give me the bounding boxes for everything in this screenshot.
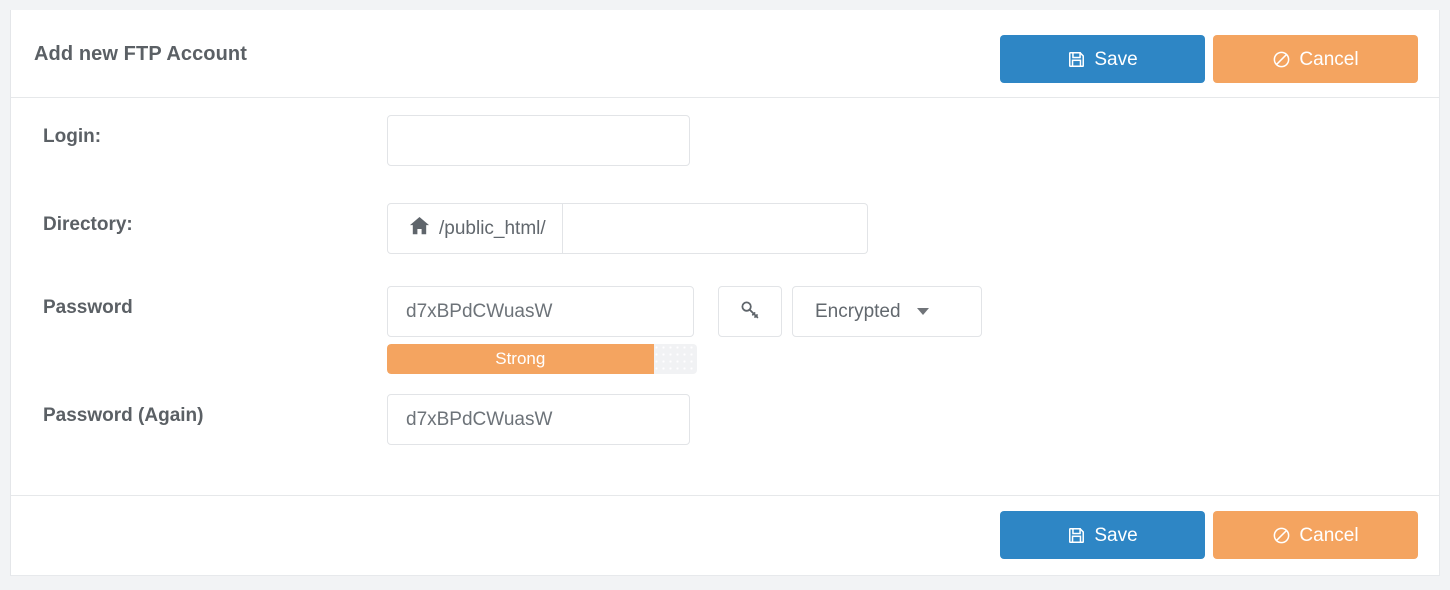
- password-label: Password: [43, 297, 133, 318]
- password-again-controls: [387, 394, 690, 445]
- form-row-login: Login:: [11, 115, 1439, 166]
- home-icon: [408, 215, 431, 243]
- ban-circle-slash-icon: [1272, 526, 1291, 545]
- directory-label: Directory:: [43, 214, 133, 235]
- directory-prefix-addon: /public_html/: [387, 203, 563, 254]
- floppy-disk-save-icon: [1067, 50, 1086, 69]
- password-controls: Encrypted Strong: [387, 286, 982, 374]
- password-again-input[interactable]: [387, 394, 690, 445]
- caret-down-icon: [916, 308, 929, 315]
- panel-footer: Save Cancel: [11, 495, 1439, 574]
- directory-controls: /public_html/: [387, 203, 868, 254]
- page-title: Add new FTP Account: [34, 43, 248, 65]
- cancel-button-bottom[interactable]: Cancel: [1213, 511, 1418, 559]
- login-label: Login:: [43, 126, 102, 147]
- directory-prefix-text: /public_html/: [439, 217, 546, 239]
- login-input[interactable]: [387, 115, 690, 166]
- form-row-directory: Directory: /public_html/: [11, 203, 1439, 254]
- footer-action-bar: Save Cancel: [1000, 511, 1418, 559]
- cancel-button-bottom-label: Cancel: [1299, 524, 1359, 546]
- password-strength-fill: Strong: [387, 344, 654, 374]
- generate-password-button[interactable]: [718, 286, 782, 337]
- ban-circle-slash-icon: [1272, 50, 1291, 69]
- password-strength-meter: Strong: [387, 344, 697, 374]
- cancel-button-top[interactable]: Cancel: [1213, 35, 1418, 83]
- save-button-top[interactable]: Save: [1000, 35, 1205, 83]
- login-controls: [387, 115, 690, 166]
- password-again-label: Password (Again): [43, 405, 204, 426]
- key-icon: [738, 298, 762, 325]
- save-button-bottom-label: Save: [1094, 524, 1138, 546]
- password-mode-label: Encrypted: [815, 300, 901, 322]
- panel-header: Add new FTP Account Save Cancel: [11, 10, 1439, 98]
- password-mode-dropdown[interactable]: Encrypted: [792, 286, 982, 337]
- header-action-bar: Save Cancel: [1000, 35, 1418, 83]
- save-button-top-label: Save: [1094, 48, 1138, 70]
- cancel-button-top-label: Cancel: [1299, 48, 1359, 70]
- password-strength-label: Strong: [495, 349, 546, 368]
- form-row-password: Password Encrypted: [11, 286, 1439, 374]
- form-row-password-again: Password (Again): [11, 394, 1439, 445]
- ftp-account-panel: Add new FTP Account Save Cancel Login: D…: [10, 10, 1440, 576]
- directory-input-group: /public_html/: [387, 203, 868, 254]
- password-input[interactable]: [387, 286, 694, 337]
- directory-input[interactable]: [562, 203, 868, 254]
- floppy-disk-save-icon: [1067, 526, 1086, 545]
- panel-body: Login: Directory: /public_html/ Password…: [11, 98, 1439, 495]
- save-button-bottom[interactable]: Save: [1000, 511, 1205, 559]
